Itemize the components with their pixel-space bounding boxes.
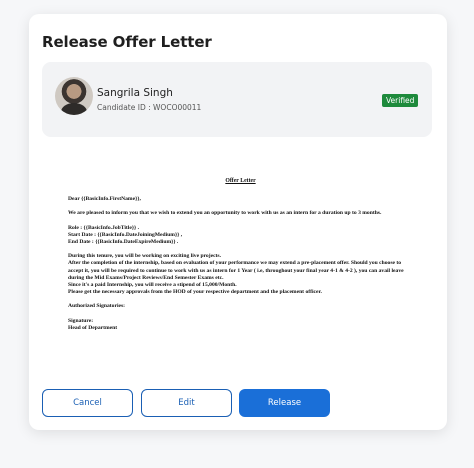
letter-paragraph: During this tenure, you will be working … <box>68 253 222 260</box>
letter-head: Head of Department <box>68 324 118 331</box>
letter-signature: Signature: <box>68 317 94 324</box>
candidate-card: Sangrila Singh Candidate ID : WOCO00011 … <box>42 62 432 137</box>
status-badge: Verified <box>382 94 419 107</box>
letter-paragraph: Please get the necessary approvals from … <box>68 289 322 296</box>
edit-button[interactable]: Edit <box>141 389 232 417</box>
letter-salutation: Dear {{BasicInfo.FirstName}}, <box>68 196 141 203</box>
offer-letter-preview: Offer Letter Dear {{BasicInfo.FirstName}… <box>68 178 413 332</box>
release-button[interactable]: Release <box>239 389 330 417</box>
letter-intro: We are pleased to inform you that we wis… <box>68 210 382 217</box>
cancel-button[interactable]: Cancel <box>42 389 133 417</box>
letter-paragraph: After the completion of the internship, … <box>68 260 404 281</box>
candidate-id: Candidate ID : WOCO00011 <box>97 103 202 112</box>
letter-start-date: Start Date : {{BasicInfo.DateJoiningMedi… <box>68 231 183 238</box>
modal-title: Release Offer Letter <box>42 33 212 51</box>
avatar <box>55 77 93 115</box>
release-offer-modal: Release Offer Letter Sangrila Singh Cand… <box>29 14 447 430</box>
letter-signatories: Authorized Signatories: <box>68 303 126 310</box>
letter-role: Role : {{BasicInfo.JobTitle}} . <box>68 224 140 231</box>
candidate-name: Sangrila Singh <box>97 87 173 99</box>
letter-end-date: End Date : {{BasicInfo.DateExpireMedium}… <box>68 239 179 246</box>
letter-title: Offer Letter <box>225 178 256 184</box>
letter-paragraph: Since it's a paid Internship, you will r… <box>68 282 237 289</box>
